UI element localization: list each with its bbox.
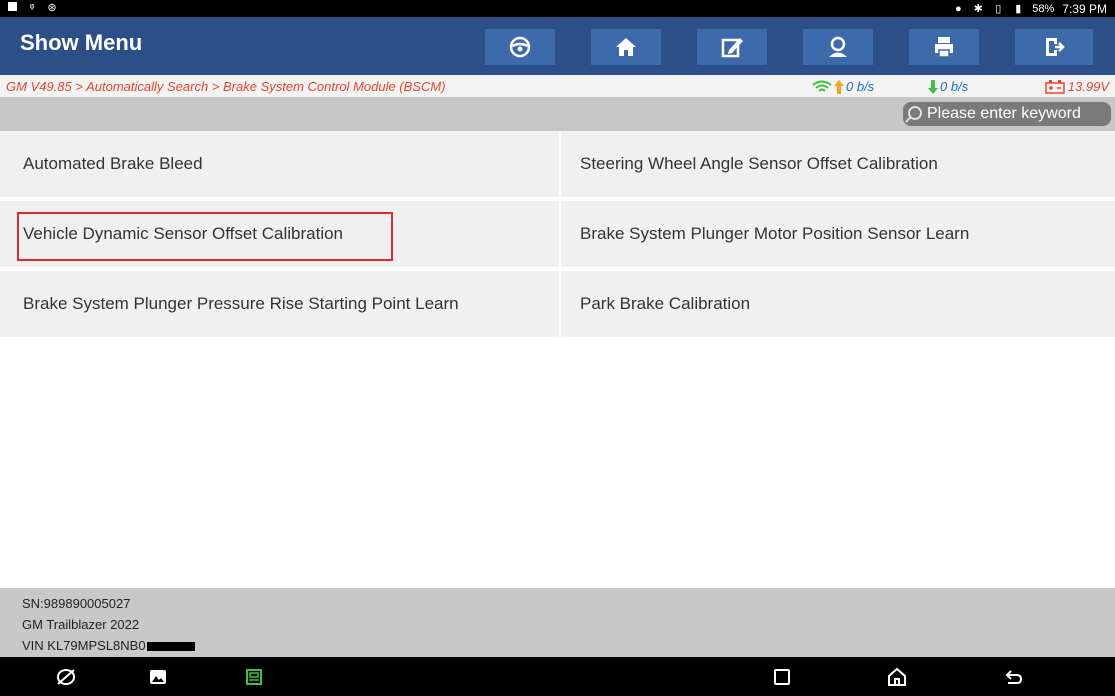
menu-item[interactable]: Park Brake Calibration [561, 271, 1115, 339]
breadcrumb-bar: GM V49.85 > Automatically Search > Brake… [0, 75, 1115, 97]
menu-item-label: Brake System Plunger Pressure Rise Start… [23, 294, 459, 313]
status-bar: ᵠ ⊛ ● ✱ ▯ ▮ 58% 7:39 PM [0, 0, 1115, 17]
gallery-icon [6, 2, 18, 14]
battery-icon: ▮ [1015, 3, 1022, 15]
menu-item-label: Brake System Plunger Motor Position Sens… [580, 224, 970, 243]
user-icon [829, 36, 847, 57]
location-icon: ● [954, 3, 962, 15]
home-icon [888, 667, 906, 686]
steering-wheel-icon [509, 36, 531, 58]
browser-button[interactable] [54, 665, 78, 689]
home-button[interactable] [591, 29, 662, 65]
menu-item-label: Steering Wheel Angle Sensor Offset Calib… [580, 154, 938, 173]
page-title: Show Menu [20, 30, 143, 55]
menu-item-label: Automated Brake Bleed [23, 154, 203, 173]
menu-item[interactable]: Vehicle Dynamic Sensor Offset Calibratio… [0, 201, 559, 269]
download-speed: 0 b/s [928, 79, 968, 94]
vehicle-info-footer: SN:989890005027 GM Trailblazer 2022 VIN … [0, 588, 1115, 657]
system-nav-bar [0, 657, 1115, 696]
download-speed-value: 0 b/s [940, 79, 969, 94]
exit-icon [1046, 38, 1065, 56]
menu-item[interactable]: Steering Wheel Angle Sensor Offset Calib… [561, 131, 1115, 199]
battery-level: 58% [1032, 3, 1055, 15]
print-button[interactable] [909, 29, 980, 65]
menu-item[interactable]: Brake System Plunger Motor Position Sens… [561, 201, 1115, 269]
vehicle-model: GM Trailblazer 2022 [22, 617, 140, 632]
bluetooth-icon: ✱ [973, 3, 983, 15]
edit-report-button[interactable] [697, 29, 768, 65]
usb-icon: ᵠ [29, 2, 35, 14]
voltage-readout: 13.99V [1045, 79, 1109, 94]
user-button[interactable] [803, 29, 874, 65]
voltage-value: 13.99V [1067, 79, 1109, 94]
upload-speed: 0 b/s [812, 79, 874, 94]
menu-item[interactable]: Automated Brake Bleed [0, 131, 559, 199]
vin-number: VIN KL79MPSL8NB0 [22, 638, 195, 653]
browser-icon [57, 669, 75, 685]
battery-voltage-icon [1045, 79, 1065, 94]
upload-speed-value: 0 b/s [846, 79, 875, 94]
breadcrumb: GM V49.85 > Automatically Search > Brake… [6, 79, 446, 94]
download-arrow-icon [928, 79, 938, 94]
gallery-icon [150, 670, 166, 684]
recents-button[interactable] [770, 665, 794, 689]
wifi-icon [812, 80, 832, 92]
steering-wheel-button[interactable] [485, 29, 556, 65]
menu-item-label: Park Brake Calibration [580, 294, 751, 313]
back-icon [1005, 670, 1023, 684]
exit-button[interactable] [1015, 29, 1094, 65]
upload-arrow-icon [834, 79, 844, 94]
search-icon [905, 106, 922, 123]
recents-icon [774, 669, 790, 685]
serial-number: SN:989890005027 [22, 596, 131, 611]
search-bar [0, 97, 1115, 131]
back-button[interactable] [1001, 665, 1025, 689]
edit-report-icon [721, 38, 743, 58]
app-header: Show Menu [0, 17, 1115, 75]
menu-item-label: Vehicle Dynamic Sensor Offset Calibratio… [23, 224, 344, 243]
search-input[interactable] [925, 105, 1107, 123]
home-icon [616, 38, 636, 56]
gallery-button[interactable] [146, 665, 170, 689]
home-button[interactable] [885, 665, 909, 689]
vci-icon [246, 669, 262, 685]
vci-button[interactable] [242, 665, 266, 689]
bluetooth-icon: ⊛ [47, 2, 57, 14]
menu-item[interactable]: Brake System Plunger Pressure Rise Start… [0, 271, 559, 339]
vibrate-icon: ▯ [995, 3, 1002, 15]
search-box[interactable] [903, 102, 1111, 126]
print-icon [935, 37, 953, 58]
clock: 7:39 PM [1062, 2, 1107, 16]
vin-redaction [146, 642, 195, 652]
